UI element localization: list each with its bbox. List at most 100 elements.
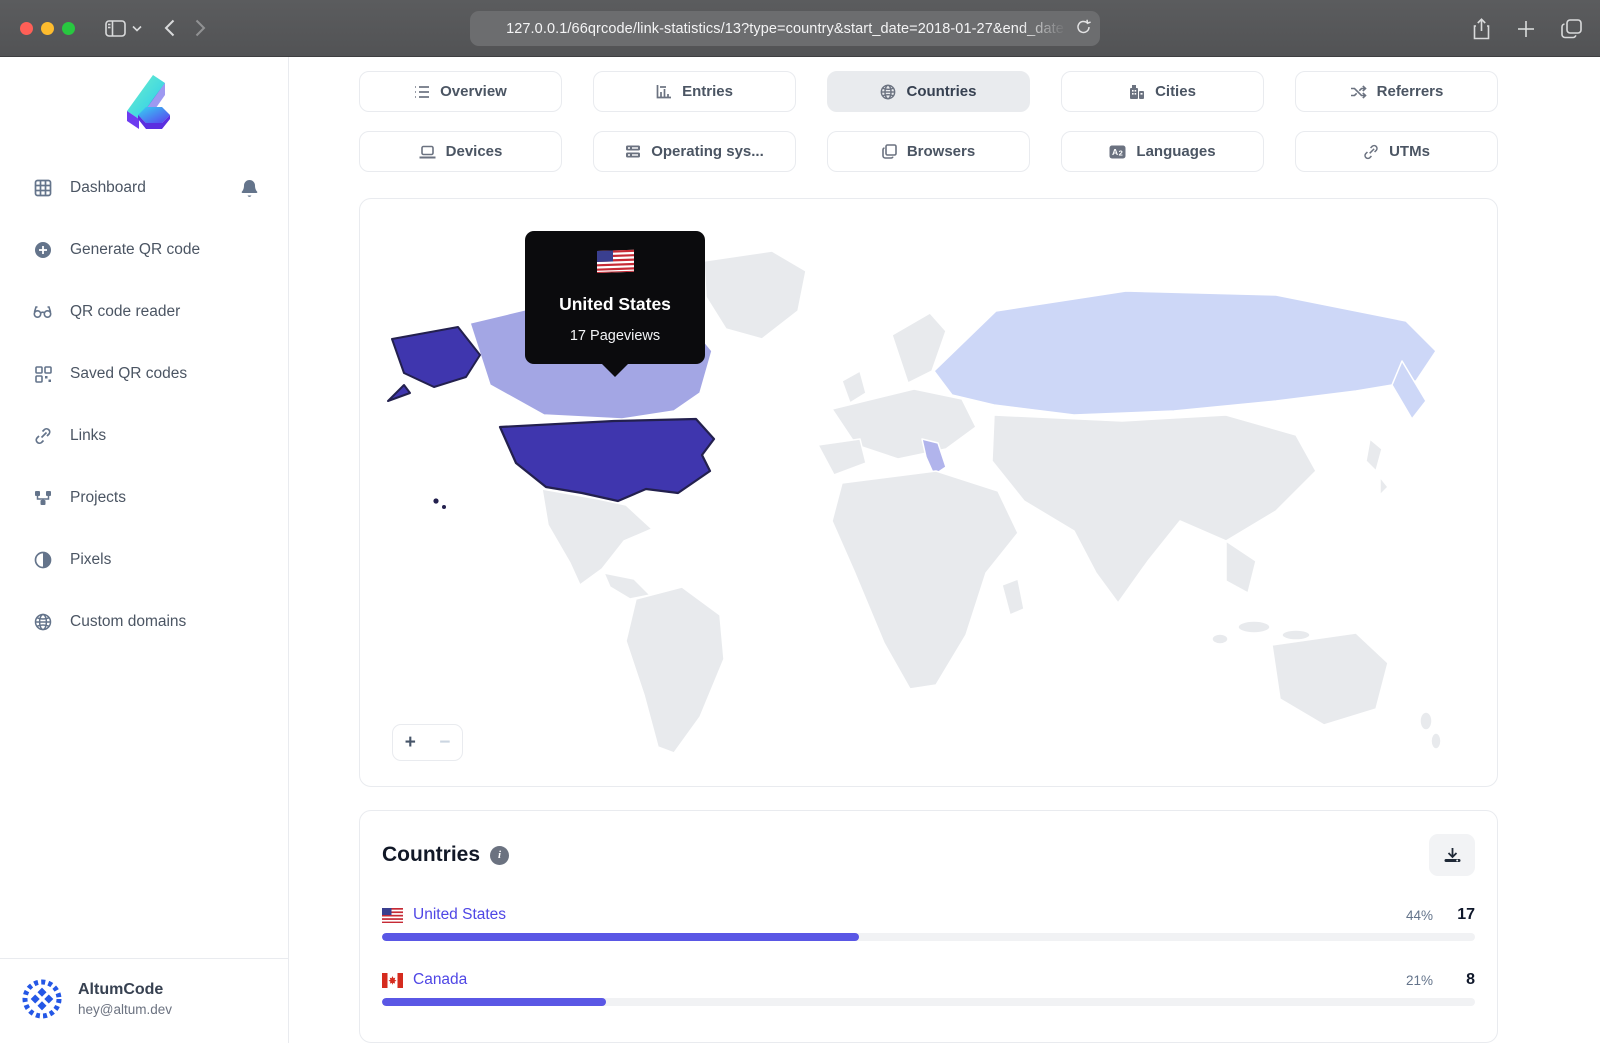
new-tab-icon[interactable] [1517,20,1535,38]
sidebar-item-label: Pixels [70,551,112,568]
qr-icon [32,365,54,383]
tab-operating-systems[interactable]: Operating sys... [593,131,796,172]
sidebar-item-label: Custom domains [70,613,187,630]
tab-devices[interactable]: Devices [359,131,562,172]
tab-utms[interactable]: UTMs [1295,131,1498,172]
tab-label: Entries [682,83,733,100]
tab-referrers[interactable]: Referrers [1295,71,1498,112]
tab-label: Devices [445,143,503,160]
url-fade [1020,11,1066,46]
svg-text:A: A [1112,147,1118,157]
translate-icon: A 2 [1109,145,1126,159]
tooltip-pageviews: 17 Pageviews [569,328,661,344]
account-email: hey@altum.dev [78,1002,172,1017]
progress-fill [382,998,607,1006]
country-count: 8 [1466,971,1475,988]
glasses-icon [32,305,54,319]
svg-text:2: 2 [1119,148,1123,157]
url-text: 127.0.0.1/66qrcode/link-statistics/13?ty… [506,20,1064,37]
country-link[interactable]: United States [413,906,506,924]
sidebar-toggle-icon[interactable] [105,19,126,37]
nodes-icon [32,490,54,506]
canada-flag-icon [382,972,403,988]
browser-chrome: 127.0.0.1/66qrcode/link-statistics/13?ty… [0,0,1600,57]
sidebar-item-projects[interactable]: Projects [0,467,288,529]
tab-label: Referrers [1376,83,1444,100]
sidebar-item-saved-qr[interactable]: Saved QR codes [0,343,288,405]
sidebar-item-label: QR code reader [70,303,181,320]
sidebar-item-label: Saved QR codes [70,365,188,382]
server-icon [625,144,641,159]
tab-cities[interactable]: Cities [1061,71,1264,112]
grid-icon [32,179,54,197]
sidebar: Dashboard Generate QR code QR code reade… [0,57,289,1043]
link-icon [32,427,54,445]
traffic-lights [20,21,75,35]
close-window-button[interactable] [20,21,33,35]
zoom-in-button[interactable]: + [393,732,428,754]
map-tooltip: United States 17 Pageviews [525,231,705,377]
minimize-window-button[interactable] [41,21,54,35]
share-icon[interactable] [1472,17,1491,40]
tab-label: UTMs [1389,143,1430,160]
sidebar-item-dashboard[interactable]: Dashboard [0,157,288,219]
tabs-overview-icon[interactable] [1561,18,1582,39]
building-icon [1129,84,1145,99]
tab-label: Browsers [906,143,976,160]
map-zoom-control: + − [392,724,463,761]
sidebar-item-generate-qr[interactable]: Generate QR code [0,219,288,281]
sidebar-item-links[interactable]: Links [0,405,288,467]
windows-icon [882,144,897,159]
country-percent: 21% [1405,972,1433,988]
globe-icon [880,84,896,100]
reload-icon[interactable] [1076,19,1091,35]
sidebar-item-label: Dashboard [70,179,146,196]
sidebar-item-label: Links [70,427,107,444]
progress-fill [382,933,859,941]
maximize-window-button[interactable] [62,21,75,35]
url-bar[interactable]: 127.0.0.1/66qrcode/link-statistics/13?ty… [470,11,1100,46]
country-link[interactable]: Canada [413,971,467,989]
tab-entries[interactable]: Entries [593,71,796,112]
download-button[interactable] [1429,834,1475,876]
account-footer[interactable]: AltumCode hey@altum.dev [0,958,288,1043]
tab-label: Operating sys... [651,143,764,160]
countries-card: Countries i United States 44% 17 Canada … [359,810,1498,1043]
progress-track [382,998,1475,1006]
back-button[interactable] [164,19,175,37]
altumcode-logo[interactable] [0,57,288,157]
stat-tabs: Overview Entries Countries Cities Referr… [359,71,1498,172]
country-row-canada: Canada 21% 8 [382,971,1475,1006]
tab-label: Overview [440,83,507,100]
link-icon [1363,144,1379,160]
tab-browsers[interactable]: Browsers [827,131,1030,172]
tab-overview[interactable]: Overview [359,71,562,112]
download-icon [1444,847,1461,864]
shuffle-icon [1350,84,1367,99]
country-count: 17 [1457,906,1475,923]
bell-icon[interactable] [238,179,260,198]
us-flag-icon [596,249,634,275]
plus-circle-icon [32,241,54,259]
tab-label: Languages [1136,143,1216,160]
tab-languages[interactable]: A 2 Languages [1061,131,1264,172]
forward-button[interactable] [195,19,206,37]
chevron-down-icon[interactable] [132,25,142,32]
tab-countries[interactable]: Countries [827,71,1030,112]
world-map-card: United States 17 Pageviews + − [359,198,1498,787]
globe-icon [32,613,54,631]
us-flag-icon [382,907,403,923]
sidebar-item-qr-reader[interactable]: QR code reader [0,281,288,343]
zoom-out-button[interactable]: − [428,732,463,754]
country-row-united-states: United States 44% 17 [382,906,1475,941]
main-content: Overview Entries Countries Cities Referr… [289,57,1600,1043]
info-icon[interactable]: i [490,845,510,865]
tab-label: Cities [1155,83,1196,100]
sidebar-item-custom-domains[interactable]: Custom domains [0,591,288,653]
account-name: AltumCode [78,981,164,998]
sidebar-item-pixels[interactable]: Pixels [0,529,288,591]
laptop-icon [419,145,436,159]
country-percent: 44% [1405,907,1433,923]
tab-label: Countries [906,83,977,100]
sidebar-item-label: Generate QR code [70,241,201,258]
